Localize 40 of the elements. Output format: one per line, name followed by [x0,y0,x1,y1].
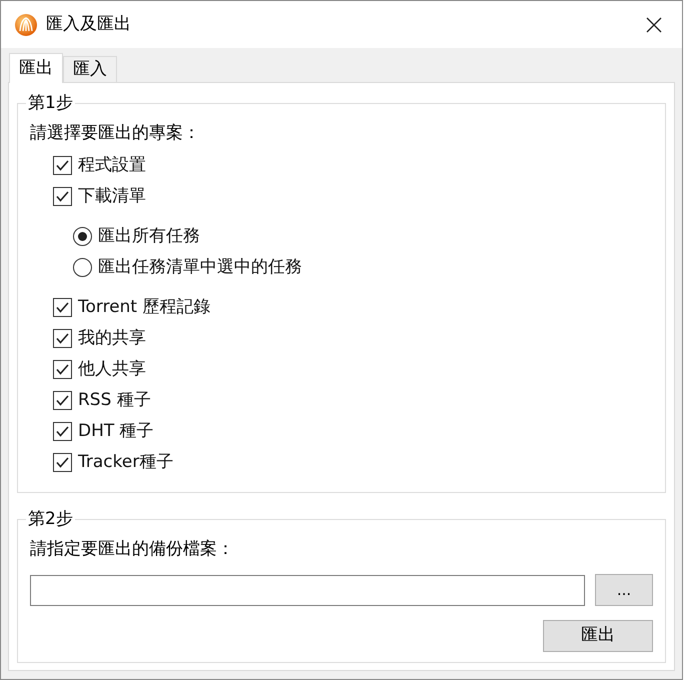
export-button[interactable]: 匯出 [543,620,653,652]
radio-option[interactable]: 匯出任務清單中選中的任務 [73,252,302,283]
checkbox[interactable] [53,453,72,472]
radio-button[interactable] [73,227,92,246]
radio-button[interactable] [73,258,92,277]
window-title: 匯入及匯出 [46,12,131,36]
checkmark-icon [56,333,69,344]
checkbox[interactable] [53,360,72,379]
checkmark-icon [56,191,69,202]
browse-button[interactable]: ... [595,574,653,606]
checkmark-icon [56,426,69,437]
prompt-text: 請指定要匯出的備份檔案： [30,538,234,560]
tab[interactable]: 匯出 [9,53,63,83]
checkbox[interactable] [53,298,72,317]
checkmark-icon [56,302,69,313]
checkbox-item[interactable]: 程式設置 [53,150,146,181]
tab[interactable]: 匯入 [63,56,117,82]
group-title: 第1步 [27,92,74,115]
close-icon [646,16,662,32]
checkbox[interactable] [53,187,72,206]
checkmark-icon [56,364,69,375]
checkbox-item[interactable]: RSS 種子 [53,385,151,416]
checkbox[interactable] [53,391,72,410]
checkbox[interactable] [53,329,72,348]
checkbox-item[interactable]: Torrent 歷程記錄 [53,292,211,323]
checkbox-item[interactable]: 我的共享 [53,323,146,354]
checkbox-item[interactable]: 下載清單 [53,181,146,212]
checkbox[interactable] [53,156,72,175]
prompt-text: 請選擇要匯出的專案： [30,122,200,144]
app-logo-icon [14,12,38,36]
checkmark-icon [56,160,69,171]
checkmark-icon [56,457,69,468]
checkmark-icon [56,395,69,406]
radio-option[interactable]: 匯出所有任務 [73,221,200,252]
file-path-field[interactable] [30,574,585,606]
checkbox-item[interactable]: Tracker種子 [53,447,174,478]
checkbox-item[interactable]: DHT 種子 [53,416,154,447]
group-title: 第2步 [27,508,74,531]
checkbox[interactable] [53,422,72,441]
checkbox-item[interactable]: 他人共享 [53,354,146,385]
